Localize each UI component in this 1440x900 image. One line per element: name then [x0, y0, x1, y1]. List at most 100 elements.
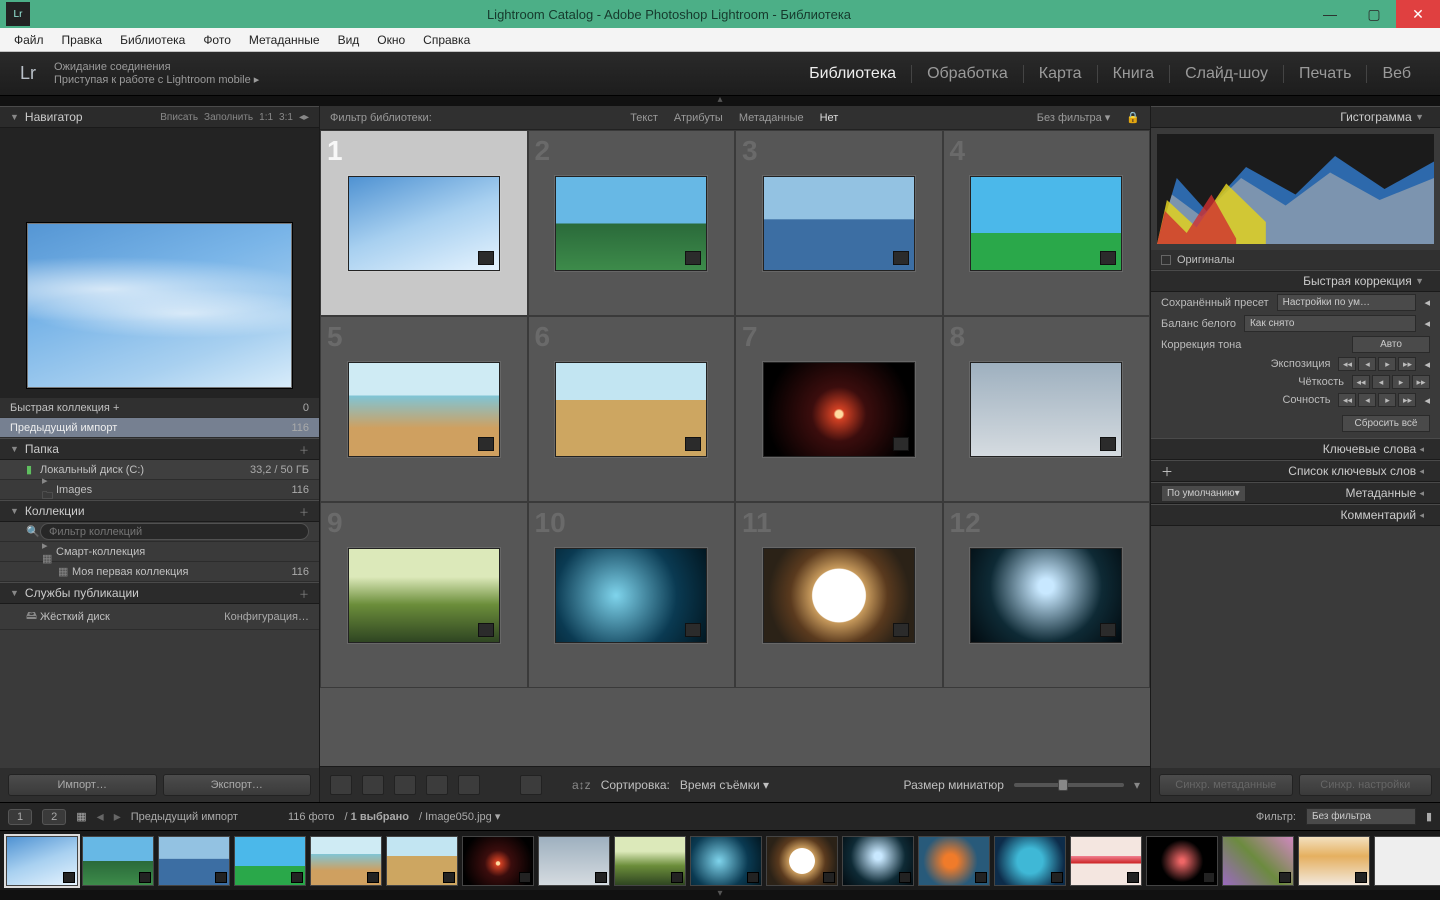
grid-cell-6[interactable]: 6 — [528, 316, 736, 502]
status-filter-select[interactable]: Без фильтра — [1306, 808, 1416, 825]
menu-edit[interactable]: Правка — [54, 30, 111, 50]
toolbar-menu-icon[interactable]: ▾ — [1134, 778, 1140, 792]
menu-help[interactable]: Справка — [415, 30, 478, 50]
metadata-header[interactable]: По умолчанию ▾ Метаданные ◂ — [1151, 482, 1440, 504]
export-button[interactable]: Экспорт… — [163, 774, 312, 796]
sort-select[interactable]: Время съёмки ▾ — [680, 778, 769, 792]
filter-switch-icon[interactable]: ▮ — [1426, 810, 1432, 823]
view-grid-icon[interactable] — [330, 775, 352, 795]
filmstrip-thumb[interactable] — [994, 836, 1066, 886]
preset-select[interactable]: Настройки по ум… — [1277, 294, 1417, 311]
keyword-list-header[interactable]: ＋Список ключевых слов ◂ — [1151, 460, 1440, 482]
grid-cell-12[interactable]: 12 — [943, 502, 1151, 688]
menu-file[interactable]: Файл — [6, 30, 52, 50]
menu-view[interactable]: Вид — [330, 30, 368, 50]
add-publish-icon[interactable]: ＋ — [299, 586, 309, 601]
chevron-icon[interactable]: ◂▸ — [299, 112, 309, 123]
filmstrip-thumb[interactable] — [82, 836, 154, 886]
wb-select[interactable]: Как снято — [1244, 315, 1416, 332]
maximize-button[interactable]: ▢ — [1352, 0, 1396, 28]
menu-photo[interactable]: Фото — [195, 30, 239, 50]
filter-none[interactable]: Нет — [820, 112, 839, 124]
filmstrip-thumb[interactable] — [386, 836, 458, 886]
navigator-preview[interactable] — [0, 128, 319, 398]
filmstrip-thumb[interactable] — [1070, 836, 1142, 886]
filmstrip-thumb[interactable] — [538, 836, 610, 886]
close-button[interactable]: ✕ — [1396, 0, 1440, 28]
status-page-1[interactable]: 1 — [8, 809, 32, 825]
chevron-left-icon[interactable]: ◂ — [1424, 317, 1430, 330]
module-book[interactable]: Книга — [1098, 65, 1170, 83]
chevron-left-icon[interactable]: ◂ — [1424, 296, 1430, 309]
catalog-previous-import[interactable]: Предыдущий импорт 116 — [0, 418, 319, 438]
view-survey-icon[interactable] — [426, 775, 448, 795]
add-collection-icon[interactable]: ＋ — [299, 504, 309, 519]
filmstrip-thumb[interactable] — [1374, 836, 1440, 886]
publish-harddisk[interactable]: 🖴 Жёсткий диск Конфигурация… — [0, 604, 319, 630]
sync-settings-button[interactable]: Синхр. настройки — [1299, 774, 1433, 796]
lock-icon[interactable]: 🔒 — [1126, 111, 1140, 124]
grid-cell-7[interactable]: 7 — [735, 316, 943, 502]
collections-header[interactable]: ▼Коллекции ＋ — [0, 500, 319, 522]
filter-metadata[interactable]: Метаданные — [739, 112, 804, 124]
module-print[interactable]: Печать — [1284, 65, 1367, 83]
grid-cell-3[interactable]: 3 — [735, 130, 943, 316]
filmstrip-thumb[interactable] — [1222, 836, 1294, 886]
module-web[interactable]: Веб — [1367, 65, 1426, 83]
comments-header[interactable]: Комментарий ◂ — [1151, 504, 1440, 526]
collapse-top[interactable]: ▴ — [0, 96, 1440, 106]
import-button[interactable]: Импорт… — [8, 774, 157, 796]
module-slideshow[interactable]: Слайд-шоу — [1170, 65, 1284, 83]
filmstrip-thumb[interactable] — [766, 836, 838, 886]
filmstrip-thumb[interactable] — [1146, 836, 1218, 886]
grid-icon[interactable]: ▦ — [76, 810, 86, 823]
sort-direction-icon[interactable]: a↕z — [572, 778, 591, 792]
catalog-quick-collection[interactable]: Быстрая коллекция + 0 — [0, 398, 319, 418]
grid-cell-8[interactable]: 8 — [943, 316, 1151, 502]
minimize-button[interactable]: — — [1308, 0, 1352, 28]
filmstrip-thumb[interactable] — [6, 836, 78, 886]
thumbnail-size-slider[interactable] — [1014, 783, 1124, 787]
histogram[interactable] — [1157, 134, 1434, 244]
exposure-stepper[interactable]: ◂◂◂▸▸▸ — [1338, 357, 1416, 371]
publish-header[interactable]: ▼Службы публикации ＋ — [0, 582, 319, 604]
grid-cell-5[interactable]: 5 — [320, 316, 528, 502]
clarity-stepper[interactable]: ◂◂◂▸▸▸ — [1352, 375, 1430, 389]
view-compare-icon[interactable] — [394, 775, 416, 795]
collection-smart[interactable]: ▸ ▦ Смарт-коллекция — [0, 542, 319, 562]
filmstrip-thumb[interactable] — [918, 836, 990, 886]
menu-metadata[interactable]: Метаданные — [241, 30, 328, 50]
collection-my[interactable]: ▦ Моя первая коллекция 116 — [0, 562, 319, 582]
prev-arrow-icon[interactable]: ◂ — [97, 808, 104, 825]
module-map[interactable]: Карта — [1024, 65, 1098, 83]
grid-cell-4[interactable]: 4 — [943, 130, 1151, 316]
grid-cell-10[interactable]: 10 — [528, 502, 736, 688]
status-page-2[interactable]: 2 — [42, 809, 66, 825]
filter-preset[interactable]: Без фильтра ▾ — [1037, 111, 1111, 124]
quick-develop-header[interactable]: Быстрая коррекция ▼ — [1151, 270, 1440, 292]
next-arrow-icon[interactable]: ▸ — [114, 808, 121, 825]
add-folder-icon[interactable]: ＋ — [299, 442, 309, 457]
filmstrip-thumb[interactable] — [234, 836, 306, 886]
filmstrip[interactable] — [0, 830, 1440, 890]
painter-icon[interactable] — [520, 775, 542, 795]
grid-cell-9[interactable]: 9 — [320, 502, 528, 688]
chevron-left-icon[interactable]: ◂ — [1424, 358, 1430, 371]
grid-cell-1[interactable]: 1 — [320, 130, 528, 316]
collections-filter-input[interactable] — [40, 523, 309, 540]
module-develop[interactable]: Обработка — [912, 65, 1024, 83]
keywords-header[interactable]: Ключевые слова ◂ — [1151, 438, 1440, 460]
filmstrip-thumb[interactable] — [1298, 836, 1370, 886]
filter-text[interactable]: Текст — [630, 112, 658, 124]
collapse-bottom[interactable]: ▾ — [0, 890, 1440, 900]
navigator-header[interactable]: ▼ Навигатор Вписать Заполнить 1:1 3:1 ◂▸ — [0, 106, 319, 128]
folders-header[interactable]: ▼Папка ＋ — [0, 438, 319, 460]
auto-tone-button[interactable]: Авто — [1352, 336, 1430, 353]
filmstrip-thumb[interactable] — [462, 836, 534, 886]
vibrance-stepper[interactable]: ◂◂◂▸▸▸ — [1338, 393, 1416, 407]
view-loupe-icon[interactable] — [362, 775, 384, 795]
grid-cell-11[interactable]: 11 — [735, 502, 943, 688]
breadcrumb[interactable]: Предыдущий импорт — [131, 811, 238, 823]
reset-all-button[interactable]: Сбросить всё — [1342, 415, 1430, 432]
filmstrip-thumb[interactable] — [158, 836, 230, 886]
